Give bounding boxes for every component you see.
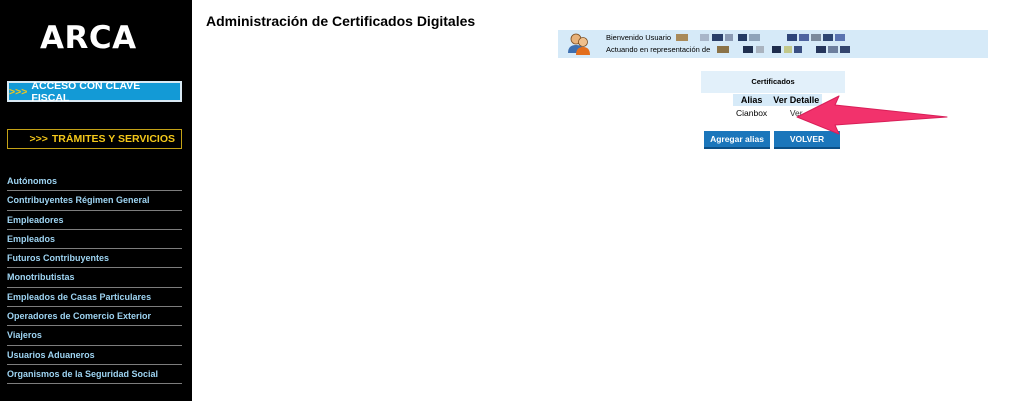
redacted-block — [700, 34, 709, 41]
redacted-block — [787, 34, 797, 41]
sidebar-item-organismos-seguridad-social[interactable]: Organismos de la Seguridad Social — [7, 365, 182, 385]
redacted-block — [676, 34, 688, 41]
redacted-block — [794, 46, 802, 53]
redacted-block — [717, 46, 729, 53]
certificados-panel-header: Certificados — [701, 71, 845, 93]
sidebar-menu: Autónomos Contribuyentes Régimen General… — [7, 172, 182, 385]
redacted-block — [784, 46, 792, 53]
redacted-block — [749, 34, 760, 41]
sidebar-item-empleados[interactable]: Empleados — [7, 230, 182, 250]
agregar-alias-button[interactable]: Agregar alias — [704, 131, 770, 149]
sidebar: ARCA >>> ACCESO CON CLAVE FISCAL >>> TRÁ… — [0, 0, 192, 401]
sidebar-item-viajeros[interactable]: Viajeros — [7, 326, 182, 346]
redacted-block — [811, 34, 821, 41]
redacted-block — [756, 46, 764, 53]
page-title: Administración de Certificados Digitales — [206, 13, 476, 29]
redacted-block — [743, 46, 753, 53]
users-icon — [568, 33, 590, 55]
redacted-block — [823, 34, 833, 41]
redacted-block — [816, 46, 826, 53]
sidebar-item-empleadores[interactable]: Empleadores — [7, 211, 182, 230]
redacted-block — [840, 46, 850, 53]
alias-cell: Cianbox — [736, 108, 768, 118]
acceso-clave-fiscal-button[interactable]: >>> ACCESO CON CLAVE FISCAL — [7, 79, 182, 104]
redacted-block — [738, 34, 747, 41]
representation-text: Actuando en representación de — [606, 45, 711, 54]
annotation-arrow — [796, 95, 948, 135]
sidebar-item-futuros-contribuyentes[interactable]: Futuros Contribuyentes — [7, 249, 182, 269]
sidebar-item-monotributistas[interactable]: Monotributistas — [7, 268, 182, 288]
sidebar-item-operadores-comercio-exterior[interactable]: Operadores de Comercio Exterior — [7, 307, 182, 327]
redacted-block — [725, 34, 733, 41]
welcome-box: Bienvenido Usuario Actuando en represent… — [558, 30, 988, 58]
redacted-block — [828, 46, 838, 53]
tramites-servicios-label: TRÁMITES Y SERVICIOS — [51, 133, 175, 145]
arca-logo[interactable]: ARCA — [40, 20, 137, 56]
sidebar-item-autonomos[interactable]: Autónomos — [7, 172, 182, 192]
redacted-block — [772, 46, 781, 53]
sidebar-item-empleados-casas-particulares[interactable]: Empleados de Casas Particulares — [7, 288, 182, 308]
tramites-servicios-button[interactable]: >>> TRÁMITES Y SERVICIOS — [7, 129, 182, 149]
alias-column-header: Alias — [733, 94, 771, 106]
redacted-block — [799, 34, 809, 41]
sidebar-item-usuarios-aduaneros[interactable]: Usuarios Aduaneros — [7, 346, 182, 365]
sidebar-item-contribuyentes-regimen-general[interactable]: Contribuyentes Régimen General — [7, 191, 182, 211]
redacted-block — [712, 34, 723, 41]
welcome-user-text: Bienvenido Usuario — [606, 33, 672, 42]
arrows-icon: >>> — [9, 85, 28, 98]
acceso-clave-fiscal-label: ACCESO CON CLAVE FISCAL — [31, 79, 141, 104]
redacted-block — [835, 34, 845, 41]
arrows-icon: >>> — [29, 133, 48, 145]
